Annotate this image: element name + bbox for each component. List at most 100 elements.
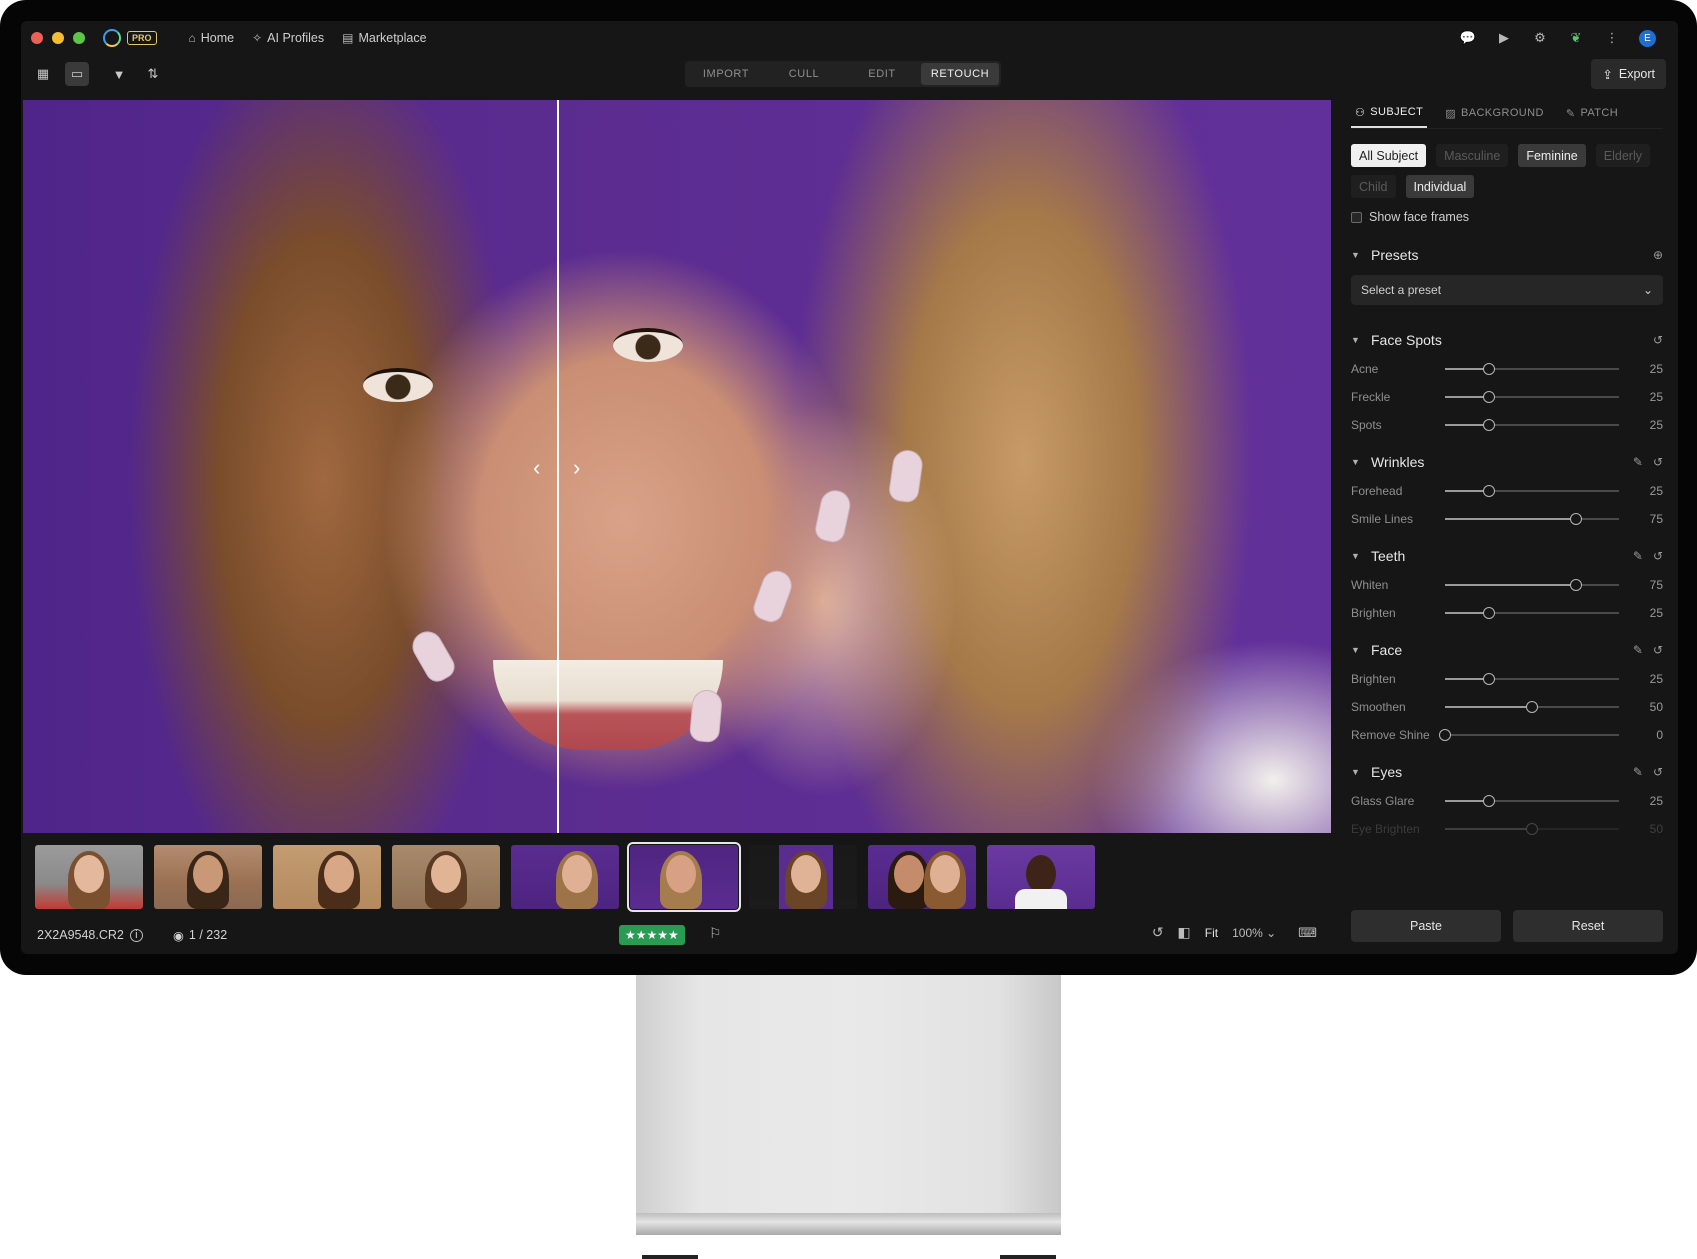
sort-icon[interactable]: ⇅ bbox=[141, 62, 165, 86]
reset-icon[interactable]: ↺ bbox=[1653, 643, 1663, 657]
chevron-right-icon[interactable]: › bbox=[573, 455, 580, 481]
slider-handle[interactable] bbox=[1482, 485, 1495, 497]
leaf-icon[interactable]: ❦ bbox=[1567, 29, 1585, 47]
slider-track[interactable] bbox=[1445, 513, 1619, 525]
info-icon[interactable]: i bbox=[129, 928, 143, 942]
slider-track[interactable] bbox=[1445, 485, 1619, 497]
slider-track[interactable] bbox=[1445, 673, 1619, 685]
compare-icon[interactable]: ◧ bbox=[1178, 924, 1191, 941]
zoom-select[interactable]: 100% ⌄ bbox=[1232, 926, 1276, 940]
reset-icon[interactable]: ↺ bbox=[1653, 549, 1663, 563]
paste-button[interactable]: Paste bbox=[1351, 910, 1501, 942]
chevron-left-icon[interactable]: ‹ bbox=[533, 455, 540, 481]
section-header-eyes[interactable]: ▼ Eyes ✎ ↺ bbox=[1351, 763, 1663, 781]
reset-icon[interactable]: ↺ bbox=[1653, 455, 1663, 469]
presets-header[interactable]: ▼ Presets ⊕ bbox=[1351, 246, 1663, 264]
person-icon: ⚇ bbox=[1355, 106, 1366, 119]
before-after-divider[interactable] bbox=[557, 100, 559, 833]
chip-all-subject[interactable]: All Subject bbox=[1351, 144, 1427, 167]
slider-row: Forehead 25 bbox=[1351, 477, 1663, 505]
mode-retouch[interactable]: RETOUCH bbox=[921, 63, 999, 85]
filter-icon[interactable]: ▼ bbox=[107, 62, 131, 86]
filmstrip-thumbnail[interactable] bbox=[511, 845, 619, 909]
tab-subject[interactable]: ⚇ SUBJECT bbox=[1351, 105, 1428, 128]
chip-individual[interactable]: Individual bbox=[1405, 175, 1475, 198]
fit-button[interactable]: Fit bbox=[1205, 926, 1218, 940]
filmstrip-thumbnail[interactable] bbox=[987, 845, 1095, 909]
mode-import[interactable]: IMPORT bbox=[687, 63, 765, 85]
filmstrip-thumbnail[interactable] bbox=[868, 845, 976, 909]
slider-track[interactable] bbox=[1439, 729, 1619, 741]
slider-track[interactable] bbox=[1445, 579, 1619, 591]
grid-view-icon[interactable]: ▦ bbox=[31, 62, 55, 86]
tutorial-icon[interactable]: ▶ bbox=[1495, 29, 1513, 47]
edit-icon[interactable]: ✎ bbox=[1633, 549, 1643, 563]
slider-fill bbox=[1445, 518, 1576, 520]
section-header-wrinkles[interactable]: ▼ Wrinkles ✎ ↺ bbox=[1351, 453, 1663, 471]
slider-handle[interactable] bbox=[1569, 513, 1582, 525]
edit-icon[interactable]: ✎ bbox=[1633, 455, 1643, 469]
edit-icon[interactable]: ✎ bbox=[1633, 643, 1643, 657]
chip-elderly[interactable]: Elderly bbox=[1595, 144, 1650, 167]
filmstrip-thumbnail[interactable] bbox=[35, 845, 143, 909]
chip-feminine[interactable]: Feminine bbox=[1518, 144, 1586, 167]
section-header-face-spots[interactable]: ▼ Face Spots ↺ bbox=[1351, 331, 1663, 349]
filmstrip-thumbnail[interactable] bbox=[273, 845, 381, 909]
chat-icon[interactable]: 💬 bbox=[1459, 29, 1477, 47]
slider-track[interactable] bbox=[1445, 391, 1619, 403]
keyboard-icon[interactable]: ⌨ bbox=[1298, 925, 1317, 941]
slider-handle[interactable] bbox=[1482, 673, 1495, 685]
nav-marketplace[interactable]: ▤ Marketplace bbox=[342, 31, 426, 45]
slider-track[interactable] bbox=[1445, 363, 1619, 375]
slider-handle[interactable] bbox=[1482, 391, 1495, 403]
export-button[interactable]: ⇪ Export bbox=[1591, 59, 1666, 89]
slider-handle[interactable] bbox=[1526, 823, 1538, 835]
slider-handle[interactable] bbox=[1482, 419, 1495, 431]
slider-handle[interactable] bbox=[1482, 607, 1495, 619]
close-window-button[interactable] bbox=[31, 32, 43, 44]
minimize-window-button[interactable] bbox=[52, 32, 64, 44]
section-header-face[interactable]: ▼ Face ✎ ↺ bbox=[1351, 641, 1663, 659]
reset-icon[interactable]: ↺ bbox=[1653, 333, 1663, 347]
image-viewer[interactable]: ‹ › bbox=[23, 100, 1331, 833]
chip-child[interactable]: Child bbox=[1351, 175, 1396, 198]
preset-select[interactable]: Select a preset ⌄ bbox=[1351, 275, 1663, 305]
reset-button[interactable]: Reset bbox=[1513, 910, 1663, 942]
section-header-teeth[interactable]: ▼ Teeth ✎ ↺ bbox=[1351, 547, 1663, 565]
slider-track[interactable] bbox=[1445, 419, 1619, 431]
filmstrip-thumbnail[interactable] bbox=[749, 845, 857, 909]
show-face-frames-toggle[interactable]: Show face frames bbox=[1351, 210, 1663, 224]
nav-home[interactable]: ⌂ Home bbox=[189, 31, 235, 45]
edit-icon[interactable]: ✎ bbox=[1633, 765, 1643, 779]
flag-icon[interactable]: ⚐ bbox=[709, 925, 722, 942]
slider-track[interactable] bbox=[1445, 795, 1619, 807]
single-view-icon[interactable]: ▭ bbox=[65, 62, 89, 86]
history-icon[interactable]: ↺ bbox=[1152, 924, 1164, 941]
tab-patch[interactable]: ✎ PATCH bbox=[1562, 105, 1622, 128]
slider-handle[interactable] bbox=[1482, 363, 1495, 375]
slider-handle[interactable] bbox=[1439, 729, 1451, 741]
nav-ai-profiles[interactable]: ✧ AI Profiles bbox=[252, 31, 324, 45]
avatar[interactable]: E bbox=[1639, 29, 1656, 47]
face-frames-checkbox[interactable] bbox=[1351, 211, 1362, 223]
star-rating[interactable]: ★★★★★ bbox=[619, 925, 685, 945]
slider-handle[interactable] bbox=[1526, 701, 1538, 713]
chip-masculine[interactable]: Masculine bbox=[1436, 144, 1509, 167]
add-preset-icon[interactable]: ⊕ bbox=[1653, 248, 1663, 262]
filmstrip-thumbnail-selected[interactable] bbox=[627, 842, 741, 912]
mode-cull[interactable]: CULL bbox=[765, 63, 843, 85]
slider-row: Eye Brighten 50 bbox=[1351, 815, 1663, 843]
maximize-window-button[interactable] bbox=[73, 32, 85, 44]
tab-background[interactable]: ▨ BACKGROUND bbox=[1441, 105, 1548, 128]
slider-handle[interactable] bbox=[1569, 579, 1582, 591]
more-icon[interactable]: ⋮ bbox=[1603, 29, 1621, 47]
filmstrip-thumbnail[interactable] bbox=[392, 845, 500, 909]
reset-icon[interactable]: ↺ bbox=[1653, 765, 1663, 779]
slider-track[interactable] bbox=[1445, 607, 1619, 619]
slider-track[interactable] bbox=[1445, 701, 1619, 713]
mode-edit[interactable]: EDIT bbox=[843, 63, 921, 85]
slider-handle[interactable] bbox=[1482, 795, 1495, 807]
slider-track[interactable] bbox=[1445, 823, 1619, 835]
gear-icon[interactable]: ⚙ bbox=[1531, 29, 1549, 47]
filmstrip-thumbnail[interactable] bbox=[154, 845, 262, 909]
